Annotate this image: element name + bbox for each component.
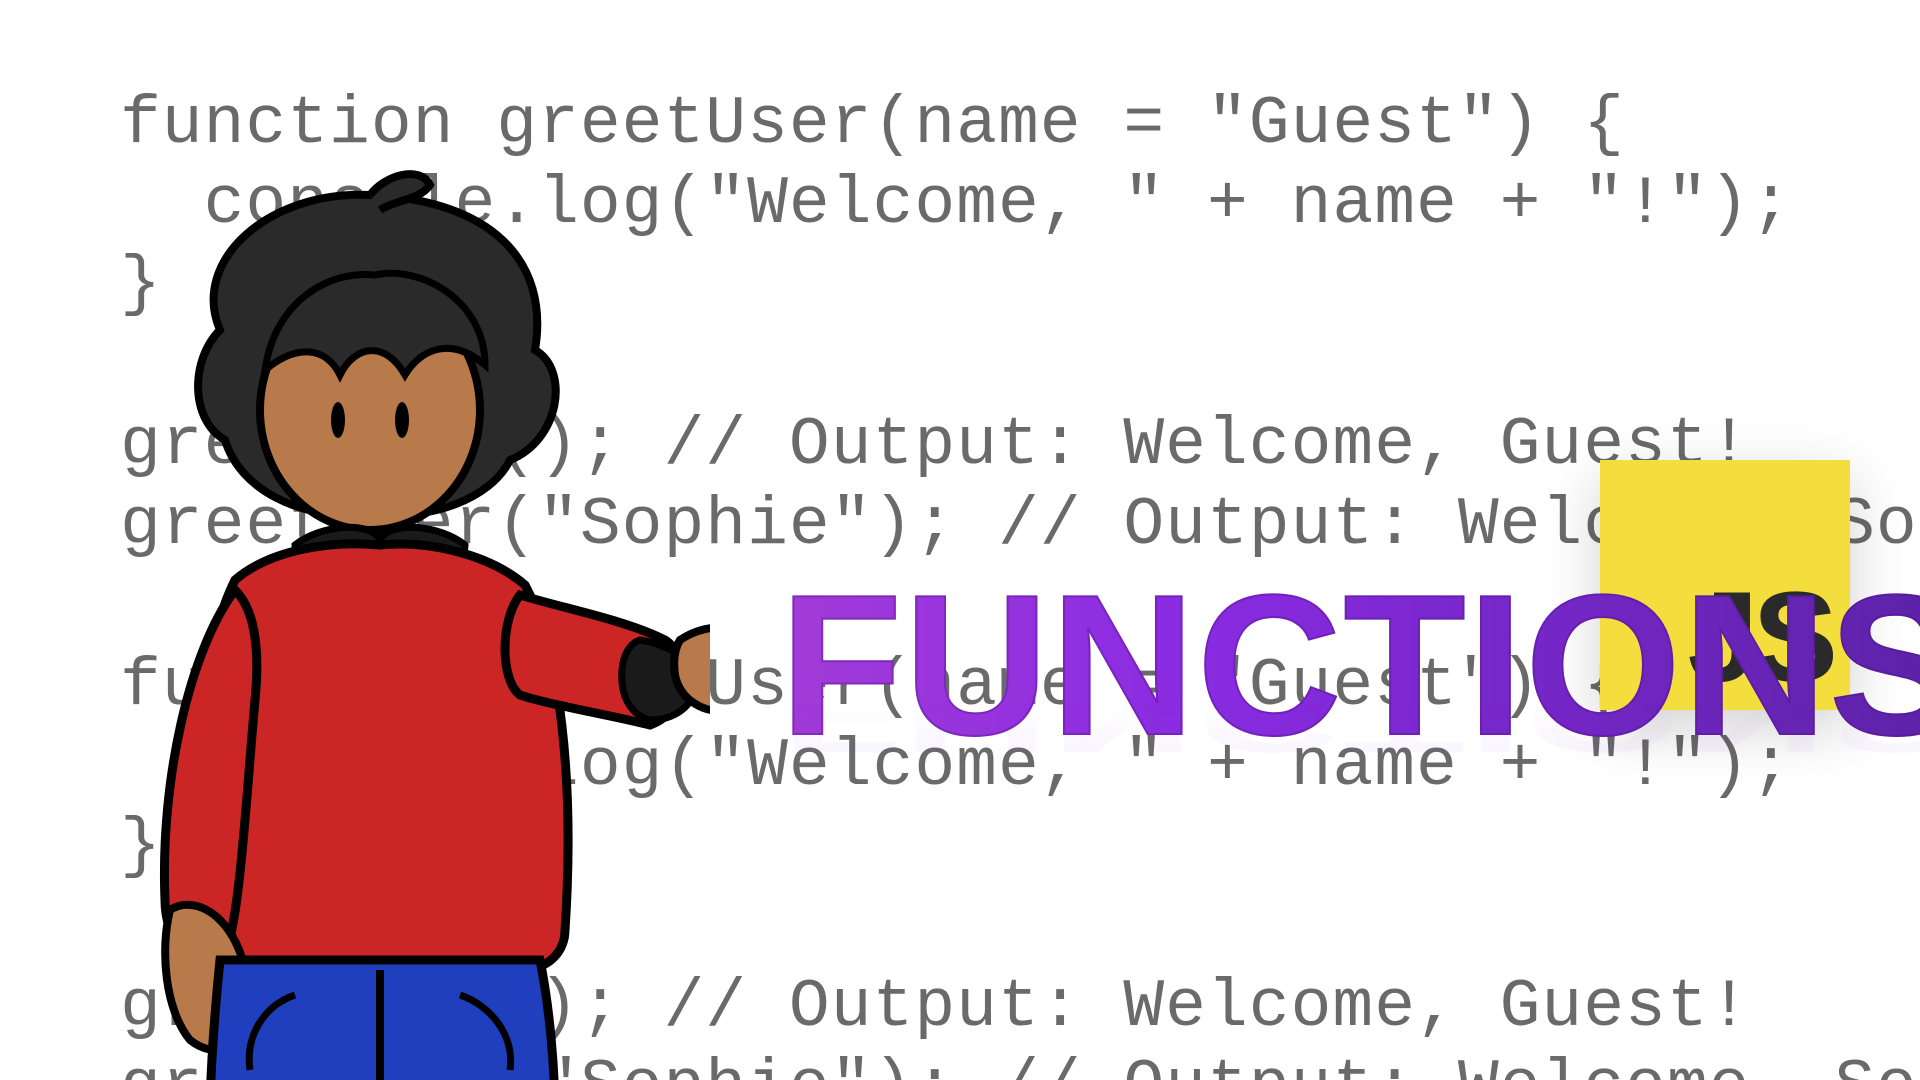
presenter-illustration <box>70 140 710 1080</box>
eye-left-icon <box>331 402 345 438</box>
title-block: FUNCTIONS FUNCTIONS <box>780 566 1920 960</box>
thumbnail-stage: function greetUser(name = "Guest") { con… <box>0 0 1920 1080</box>
eye-right-icon <box>395 402 409 438</box>
title-reflection: FUNCTIONS <box>780 675 1920 765</box>
